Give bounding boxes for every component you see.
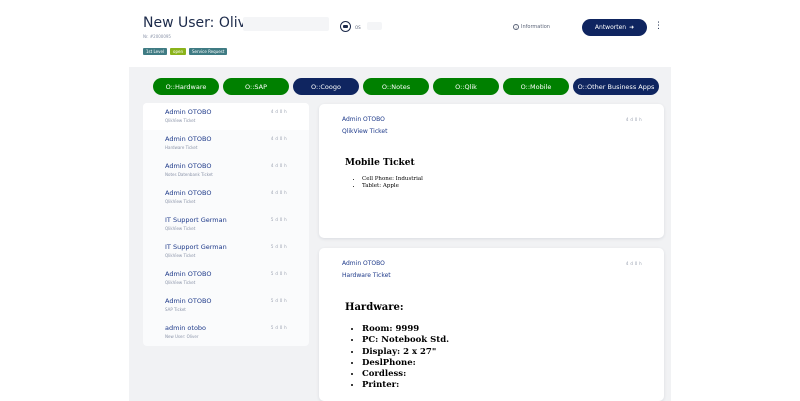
article-subject: QlikView Ticket [165,226,196,231]
article-age: 5 d 0 h [270,217,287,222]
article-subject: QlikView Ticket [165,118,196,123]
article-subject: Notes Datenbank Ticket [165,172,213,177]
article-list-item[interactable]: Admin OTOBO Notes Datenbank Ticket 4 d 0… [143,157,309,184]
article-age: 4 d 0 h [625,117,642,122]
article-list-item[interactable]: Admin OTOBO QlikView Ticket 5 d 0 h [143,265,309,292]
article-body-item: Tablet: Apple [362,183,423,190]
article-body-item: Printer: [362,380,449,391]
article-sender: Admin OTOBO [165,189,212,197]
information-link[interactable]: i Information [513,24,550,30]
article-sender: Admin OTOBO [165,270,212,278]
article-age: 4 d 0 h [625,261,642,266]
article-age: 5 d 0 h [270,298,287,303]
article-card: Admin OTOBO Hardware Ticket 4 d 0 h Hard… [319,248,664,401]
app-button-notes[interactable]: O::Notes [363,78,429,95]
article-list-item[interactable]: Admin OTOBO QlikView Ticket 4 d 0 h [143,103,309,130]
owner-initials: OS [355,25,361,30]
app-button-mobile[interactable]: O::Mobile [503,78,569,95]
article-list-item[interactable]: Admin OTOBO SAP Ticket 5 d 0 h [143,292,309,319]
redacted-title-area [243,17,329,31]
article-list-item[interactable]: admin otobo New User: Oliver 5 d 0 h [143,319,309,346]
article-age: 4 d 0 h [270,109,287,114]
article-body-item: Room: 9999 [362,324,449,335]
article-body-list: Room: 9999 PC: Notebook Std. Display: 2 … [362,324,449,392]
article-subject: QlikView Ticket [342,128,388,135]
article-sender: Admin OTOBO [165,162,212,170]
article-card: Admin OTOBO QlikView Ticket 4 d 0 h Mobi… [319,104,664,238]
information-label: Information [521,24,550,30]
article-subject: QlikView Ticket [165,253,196,258]
tag-state: open [170,48,187,55]
article-subject: QlikView Ticket [165,280,196,285]
article-sender: IT Support German [165,216,227,224]
ticket-number: Nr. #2000095 [143,34,171,39]
article-body-item: PC: Notebook Std. [362,335,449,346]
article-list: Admin OTOBO QlikView Ticket 4 d 0 h Admi… [143,103,309,346]
article-body-item: DeslPhone: [362,358,449,369]
article-age: 4 d 0 h [270,136,287,141]
article-subject: Hardware Ticket [342,272,391,279]
article-body-item: Display: 2 x 27" [362,347,449,358]
app-button-other-business-apps[interactable]: O::Other Business Apps [573,78,659,95]
app-shortcut-bar: O::Hardware O::SAP O::Coogo O::Notes O::… [153,78,659,95]
article-body-heading: Mobile Ticket [345,158,415,168]
article-subject: Hardware Ticket [165,145,198,150]
app-button-hardware[interactable]: O::Hardware [153,78,219,95]
article-body-item: Cordless: [362,369,449,380]
tag-level: 1st Level [143,48,168,55]
reply-button[interactable]: Antworten ➜ [582,19,647,36]
article-subject: SAP Ticket [165,307,186,312]
article-sender: Admin OTOBO [342,116,385,123]
owner-avatar-icon[interactable] [340,21,351,32]
article-sender: admin otobo [165,324,207,332]
tag-type: Service Request [189,48,228,55]
vertical-dots-icon[interactable]: ⋮ [654,20,663,33]
arrow-right-icon: ➜ [629,24,635,31]
article-body-item: Cell Phone: Industrial [362,176,423,183]
article-sender: Admin OTOBO [342,260,385,267]
article-subject: New User: Oliver [165,334,199,339]
article-age: 4 d 0 h [270,190,287,195]
app-button-qlik[interactable]: O::Qlik [433,78,499,95]
article-sender: Admin OTOBO [165,135,212,143]
article-list-item[interactable]: Admin OTOBO Hardware Ticket 4 d 0 h [143,130,309,157]
article-age: 4 d 0 h [270,163,287,168]
article-list-item[interactable]: IT Support German QlikView Ticket 5 d 0 … [143,238,309,265]
ticket-zoom-page: New User: Oliver Nr. #2000095 1st Level … [0,0,800,401]
article-age: 5 d 0 h [270,325,287,330]
article-sender: IT Support German [165,243,227,251]
info-icon: i [513,24,519,30]
article-list-item[interactable]: Admin OTOBO QlikView Ticket 4 d 0 h [143,184,309,211]
article-body-list: Cell Phone: Industrial Tablet: Apple [362,176,423,190]
redacted-owner-area [367,22,382,30]
app-button-sap[interactable]: O::SAP [223,78,289,95]
article-subject: QlikView Ticket [165,199,196,204]
article-body-heading: Hardware: [345,302,404,313]
article-list-item[interactable]: IT Support German QlikView Ticket 5 d 0 … [143,211,309,238]
article-age: 5 d 0 h [270,271,287,276]
article-sender: Admin OTOBO [165,108,212,116]
ticket-tags: 1st Level open Service Request [143,48,228,55]
reply-label: Antworten [594,24,627,31]
article-sender: Admin OTOBO [165,297,212,305]
app-button-coogo[interactable]: O::Coogo [293,78,359,95]
article-age: 5 d 0 h [270,244,287,249]
